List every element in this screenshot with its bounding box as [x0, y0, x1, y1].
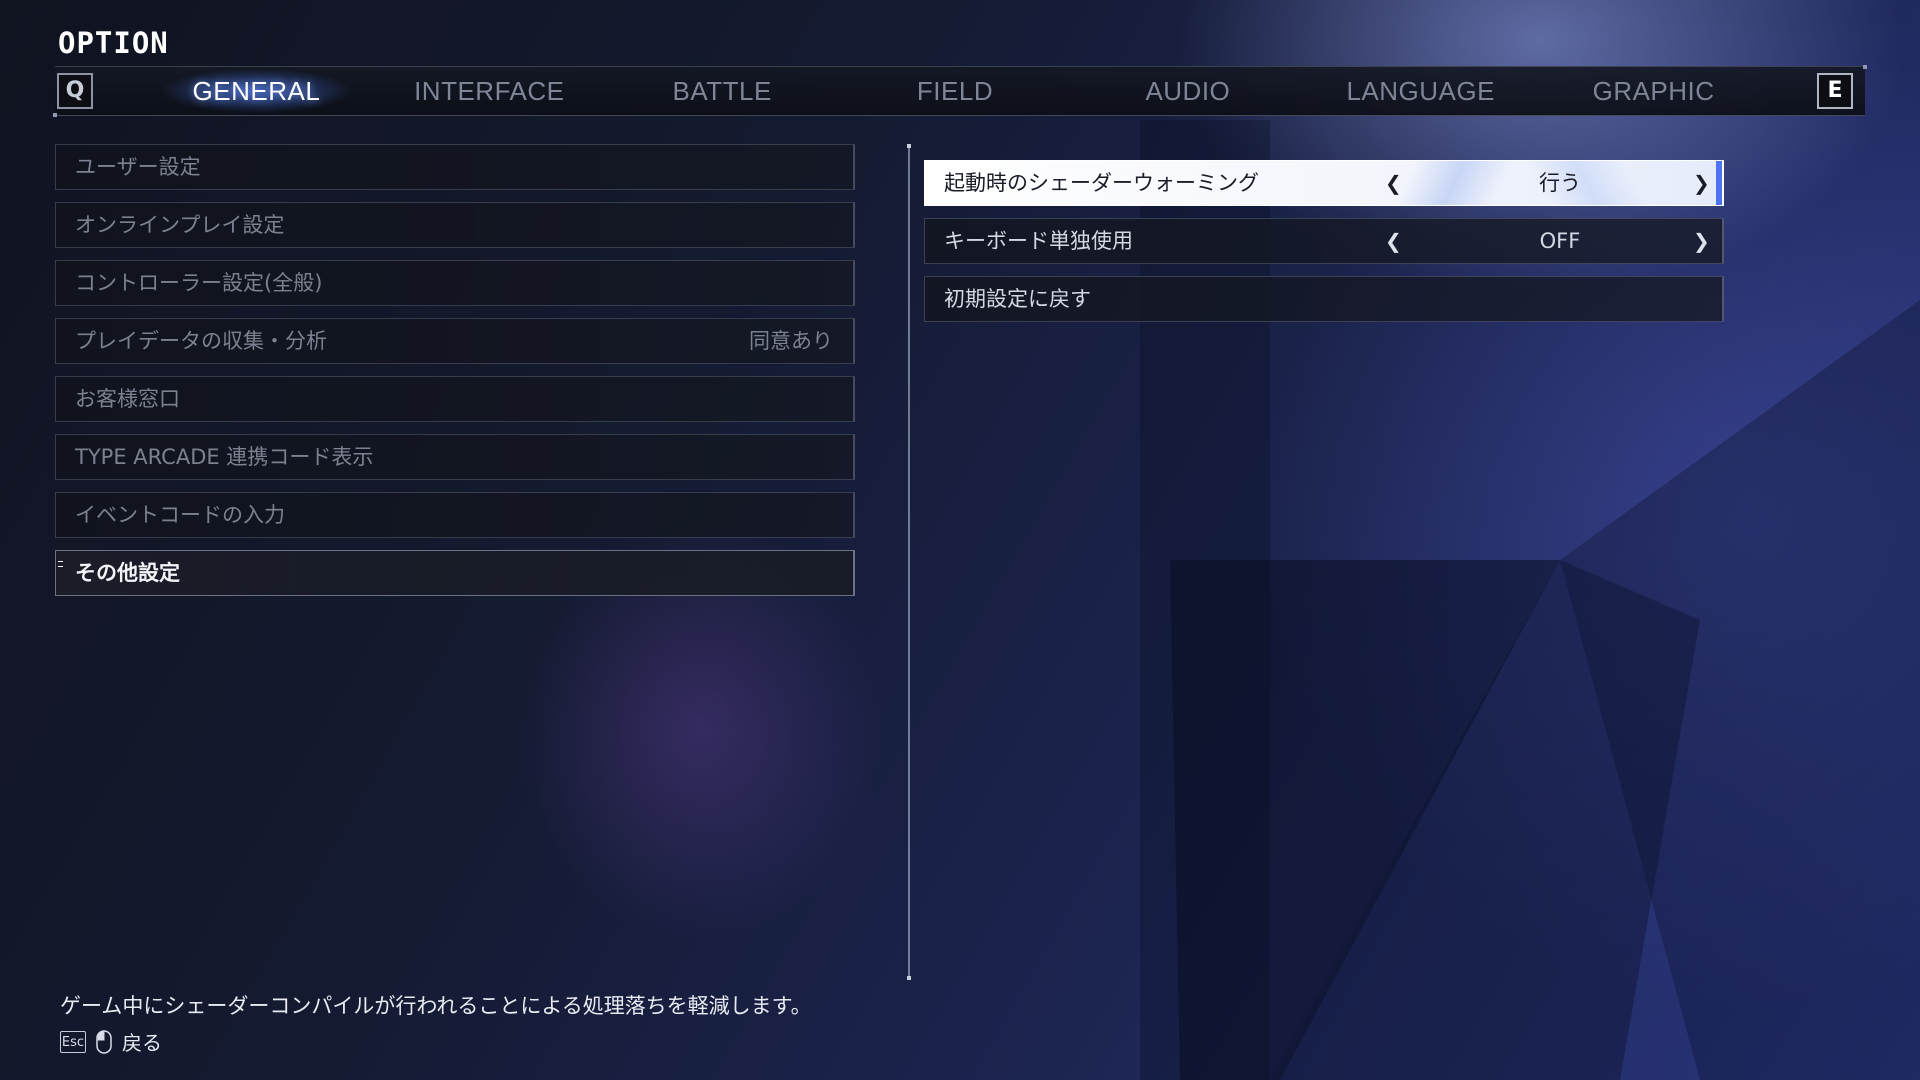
menu-item-label: その他設定 — [75, 561, 180, 585]
menu-item-label: ユーザー設定 — [75, 155, 201, 179]
menu-item-user-settings[interactable]: ユーザー設定 — [55, 144, 855, 190]
divider — [907, 144, 911, 980]
tab-audio[interactable]: AUDIO — [1071, 67, 1304, 115]
chevron-left-icon[interactable]: ❮ — [1385, 161, 1402, 205]
setting-value: 行う — [1539, 171, 1581, 195]
tab-bar: Q GENERAL INTERFACE BATTLE FIELD AUDIO L… — [53, 65, 1867, 117]
menu-item-label: オンラインプレイ設定 — [75, 213, 285, 237]
setting-value: OFF — [1539, 229, 1581, 253]
menu-item-label: イベントコードの入力 — [75, 503, 285, 527]
setting-description: ゲーム中にシェーダーコンパイルが行われることによる処理落ちを軽減します。 — [60, 994, 812, 1018]
menu-item-type-arcade[interactable]: TYPE ARCADE 連携コード表示 — [55, 434, 855, 480]
settings-panel: 起動時のシェーダーウォーミング ❮ 行う ❯ キーボード単独使用 ❮ OFF ❯… — [924, 160, 1724, 334]
menu-item-label: プレイデータの収集・分析 — [75, 329, 327, 353]
menu-item-event-code[interactable]: イベントコードの入力 — [55, 492, 855, 538]
reset-defaults-button[interactable]: 初期設定に戻す — [924, 276, 1724, 322]
chevron-right-icon[interactable]: ❯ — [1693, 161, 1710, 205]
next-tab-key[interactable]: E — [1817, 73, 1853, 109]
prev-tab-key[interactable]: Q — [57, 73, 93, 109]
menu-item-value: 同意あり — [749, 329, 833, 353]
mouse-icon — [96, 1029, 112, 1054]
tab-graphic[interactable]: GRAPHIC — [1537, 67, 1770, 115]
setting-shader-warming[interactable]: 起動時のシェーダーウォーミング ❮ 行う ❯ — [924, 160, 1724, 206]
page-title: OPTION — [58, 26, 169, 60]
tab-general[interactable]: GENERAL — [140, 67, 373, 115]
menu-item-online-play[interactable]: オンラインプレイ設定 — [55, 202, 855, 248]
setting-label: キーボード単独使用 — [944, 229, 1133, 253]
tab-list: GENERAL INTERFACE BATTLE FIELD AUDIO LAN… — [140, 67, 1770, 115]
menu-item-label: お客様窓口 — [75, 387, 180, 411]
setting-label: 初期設定に戻す — [944, 287, 1091, 311]
footer-hints: Esc 戻る — [60, 1027, 162, 1056]
left-menu: ユーザー設定 オンラインプレイ設定 コントローラー設定(全般) プレイデータの収… — [55, 144, 855, 608]
menu-item-support[interactable]: お客様窓口 — [55, 376, 855, 422]
setting-label: 起動時のシェーダーウォーミング — [944, 171, 1259, 195]
tab-interface[interactable]: INTERFACE — [373, 67, 606, 115]
menu-item-label: TYPE ARCADE 連携コード表示 — [75, 445, 374, 469]
menu-item-other-settings[interactable]: その他設定 — [55, 550, 855, 596]
menu-item-play-data[interactable]: プレイデータの収集・分析 同意あり — [55, 318, 855, 364]
chevron-right-icon[interactable]: ❯ — [1693, 219, 1710, 263]
menu-item-label: コントローラー設定(全般) — [75, 271, 323, 295]
setting-keyboard-only[interactable]: キーボード単独使用 ❮ OFF ❯ — [924, 218, 1724, 264]
tab-field[interactable]: FIELD — [839, 67, 1072, 115]
chevron-left-icon[interactable]: ❮ — [1385, 219, 1402, 263]
tab-language[interactable]: LANGUAGE — [1304, 67, 1537, 115]
tab-battle[interactable]: BATTLE — [606, 67, 839, 115]
esc-key-icon[interactable]: Esc — [60, 1030, 86, 1053]
menu-item-controller[interactable]: コントローラー設定(全般) — [55, 260, 855, 306]
back-label[interactable]: 戻る — [122, 1027, 162, 1056]
